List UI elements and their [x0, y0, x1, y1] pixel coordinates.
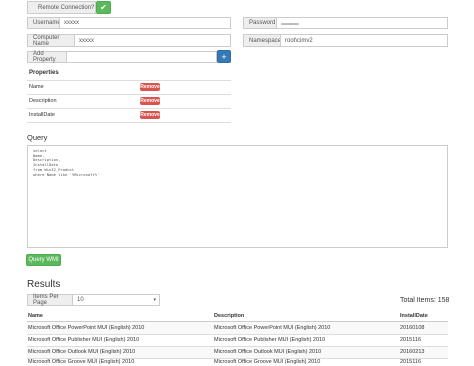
results-heading: Results — [27, 279, 61, 290]
total-items: Total Items: 158 — [400, 297, 450, 304]
table-cell-name: Microsoft Office Groove MUI (English) 20… — [28, 359, 135, 365]
column-header-description[interactable]: Description — [214, 313, 244, 319]
table-cell-install-date: 20160213 — [400, 349, 425, 355]
table-cell-description: Microsoft Office Publisher MUI (English)… — [214, 337, 326, 343]
table-cell-name: Microsoft Office Publisher MUI (English)… — [28, 337, 140, 343]
computer-name-label: Computer Name — [27, 34, 75, 47]
table-cell-install-date: 2015116 — [400, 359, 422, 365]
remove-property-button[interactable]: Remove — [140, 97, 160, 105]
column-header-name[interactable]: Name — [28, 313, 43, 319]
query-label: Query — [27, 133, 48, 142]
table-cell-description: Microsoft Office PowerPoint MUI (English… — [214, 325, 331, 331]
table-cell-install-date: 2015116 — [400, 337, 422, 343]
namespace-input[interactable]: root\cimv2 — [280, 34, 448, 47]
password-input[interactable]: •••••••••••••••• — [276, 17, 448, 29]
add-property-input[interactable] — [66, 51, 217, 63]
query-wmi-button[interactable]: Query WMI — [26, 254, 61, 266]
properties-divider — [27, 122, 231, 123]
remove-property-button[interactable]: Remove — [140, 111, 160, 119]
dropdown-caret-icon: ▾ — [153, 297, 156, 303]
property-name: InstallDate — [29, 112, 55, 118]
items-per-page-select[interactable]: 10 ▾ — [72, 294, 160, 306]
username-label: Username — [27, 17, 61, 29]
properties-divider — [27, 94, 231, 95]
add-property-label: Add Property — [27, 51, 67, 63]
query-textarea[interactable] — [27, 145, 448, 248]
items-per-page-value: 10 — [77, 297, 84, 303]
items-per-page-label: Items Per Page — [27, 294, 73, 306]
check-icon: ✔ — [100, 3, 107, 12]
properties-heading: Properties — [29, 70, 59, 76]
properties-divider — [27, 80, 231, 81]
table-cell-install-date: 20160108 — [400, 325, 425, 331]
properties-divider — [27, 108, 231, 109]
property-name: Name — [29, 84, 44, 90]
property-name: Description — [29, 98, 57, 104]
plus-icon: + — [221, 51, 227, 62]
add-property-button[interactable]: + — [217, 50, 231, 63]
table-cell-description: Microsoft Office Groove MUI (English) 20… — [214, 359, 321, 365]
password-label: Password — [243, 17, 277, 29]
namespace-label: Namespace — [243, 34, 281, 47]
table-cell-name: Microsoft Office PowerPoint MUI (English… — [28, 325, 145, 331]
username-input[interactable]: xxxxx — [59, 17, 231, 29]
remote-connection-toggle[interactable]: ✔ — [96, 1, 111, 14]
remove-property-button[interactable]: Remove — [140, 83, 160, 91]
column-header-install-date[interactable]: InstallDate — [400, 313, 428, 319]
table-cell-description: Microsoft Office Outlook MUI (English) 2… — [214, 349, 322, 355]
computer-name-input[interactable]: xxxxx — [74, 34, 231, 47]
table-cell-name: Microsoft Office Outlook MUI (English) 2… — [28, 349, 136, 355]
remote-connection-label: Remote Connection? — [27, 1, 96, 14]
